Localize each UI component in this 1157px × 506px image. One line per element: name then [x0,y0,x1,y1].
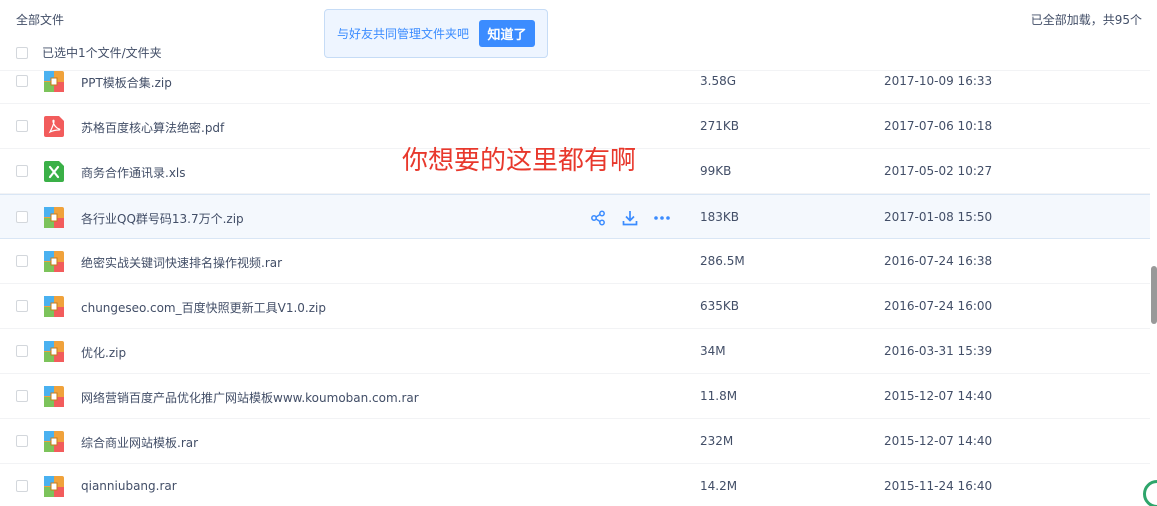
file-list: PPT模板合集.zip 3.58G 2017-10-09 16:33 苏格百度核… [0,59,1150,506]
file-size: 286.5M [700,254,745,268]
file-date: 2016-03-31 15:39 [884,344,993,358]
zip-icon [44,431,64,452]
row-checkbox[interactable] [16,300,28,312]
file-row[interactable]: 绝密实战关键词快速排名操作视频.rar 286.5M 2016-07-24 16… [0,239,1150,284]
vertical-scrollbar[interactable] [1151,266,1157,324]
row-checkbox[interactable] [16,390,28,402]
file-date: 2016-07-24 16:38 [884,254,993,268]
file-date: 2015-11-24 16:40 [884,479,993,493]
file-name[interactable]: qianniubang.rar [81,479,177,493]
zip-icon [44,207,64,228]
row-checkbox[interactable] [16,120,28,132]
breadcrumb[interactable]: 全部文件 [16,11,64,28]
file-size: 14.2M [700,479,738,493]
select-all-checkbox[interactable] [16,46,28,59]
file-name[interactable]: PPT模板合集.zip [81,74,172,91]
file-name[interactable]: 各行业QQ群号码13.7万个.zip [81,210,244,227]
zip-icon [44,296,64,317]
zip-icon [44,386,64,407]
file-name[interactable]: 综合商业网站模板.rar [81,434,198,451]
row-checkbox[interactable] [16,255,28,267]
file-date: 2015-12-07 14:40 [884,434,993,448]
file-row[interactable]: chungeseo.com_百度快照更新工具V1.0.zip 635KB 201… [0,284,1150,329]
file-name[interactable]: 网络营销百度产品优化推广网站模板www.koumoban.com.rar [81,389,419,406]
file-date: 2016-07-24 16:00 [884,299,993,313]
got-it-button[interactable]: 知道了 [479,20,535,47]
row-checkbox[interactable] [16,480,28,492]
row-checkbox[interactable] [16,345,28,357]
file-row[interactable]: 网络营销百度产品优化推广网站模板www.koumoban.com.rar 11.… [0,374,1150,419]
file-date: 2015-12-07 14:40 [884,389,993,403]
zip-icon [44,251,64,272]
row-checkbox[interactable] [16,435,28,447]
download-icon[interactable] [620,208,640,228]
file-row[interactable]: PPT模板合集.zip 3.58G 2017-10-09 16:33 [0,59,1150,104]
file-row[interactable]: 综合商业网站模板.rar 232M 2015-12-07 14:40 [0,419,1150,464]
file-name[interactable]: 绝密实战关键词快速排名操作视频.rar [81,254,282,271]
file-size: 99KB [700,164,732,178]
file-manager-page: 全部文件 已全部加载，共95个 已选中1个文件/文件夹 与好友共同管理文件夹吧 … [0,0,1157,506]
file-size: 11.8M [700,389,738,403]
share-folder-tooltip: 与好友共同管理文件夹吧 知道了 [324,9,548,58]
file-size: 232M [700,434,734,448]
tooltip-text: 与好友共同管理文件夹吧 [337,27,470,41]
pdf-icon [44,116,64,137]
row-checkbox[interactable] [16,75,28,87]
file-date: 2017-05-02 10:27 [884,164,993,178]
row-checkbox[interactable] [16,165,28,177]
xls-icon [44,161,64,182]
load-status: 已全部加载，共95个 [1030,13,1142,27]
file-row[interactable]: 优化.zip 34M 2016-03-31 15:39 [0,329,1150,374]
file-size: 271KB [700,119,740,133]
zip-icon [44,476,64,497]
file-date: 2017-07-06 10:18 [884,119,993,133]
file-date: 2017-10-09 16:33 [884,74,993,88]
file-row[interactable]: qianniubang.rar 14.2M 2015-11-24 16:40 [0,464,1150,506]
zip-icon [44,341,64,362]
zip-icon [44,71,64,92]
file-name[interactable]: chungeseo.com_百度快照更新工具V1.0.zip [81,299,326,316]
overlay-caption: 你想要的这里都有啊 [402,146,637,176]
file-size: 3.58G [700,74,737,88]
file-size: 183KB [700,210,740,224]
file-date: 2017-01-08 15:50 [884,210,993,224]
file-name[interactable]: 优化.zip [81,344,126,361]
file-row[interactable]: 各行业QQ群号码13.7万个.zip 183KB 2017-01-08 15:5… [0,194,1150,239]
row-checkbox[interactable] [16,211,28,223]
more-icon[interactable] [652,208,672,228]
file-name[interactable]: 商务合作通讯录.xls [81,164,186,181]
file-name[interactable]: 苏格百度核心算法绝密.pdf [81,119,224,136]
file-size: 635KB [700,299,740,313]
share-icon[interactable] [588,208,608,228]
row-actions [588,208,684,228]
file-size: 34M [700,344,726,358]
